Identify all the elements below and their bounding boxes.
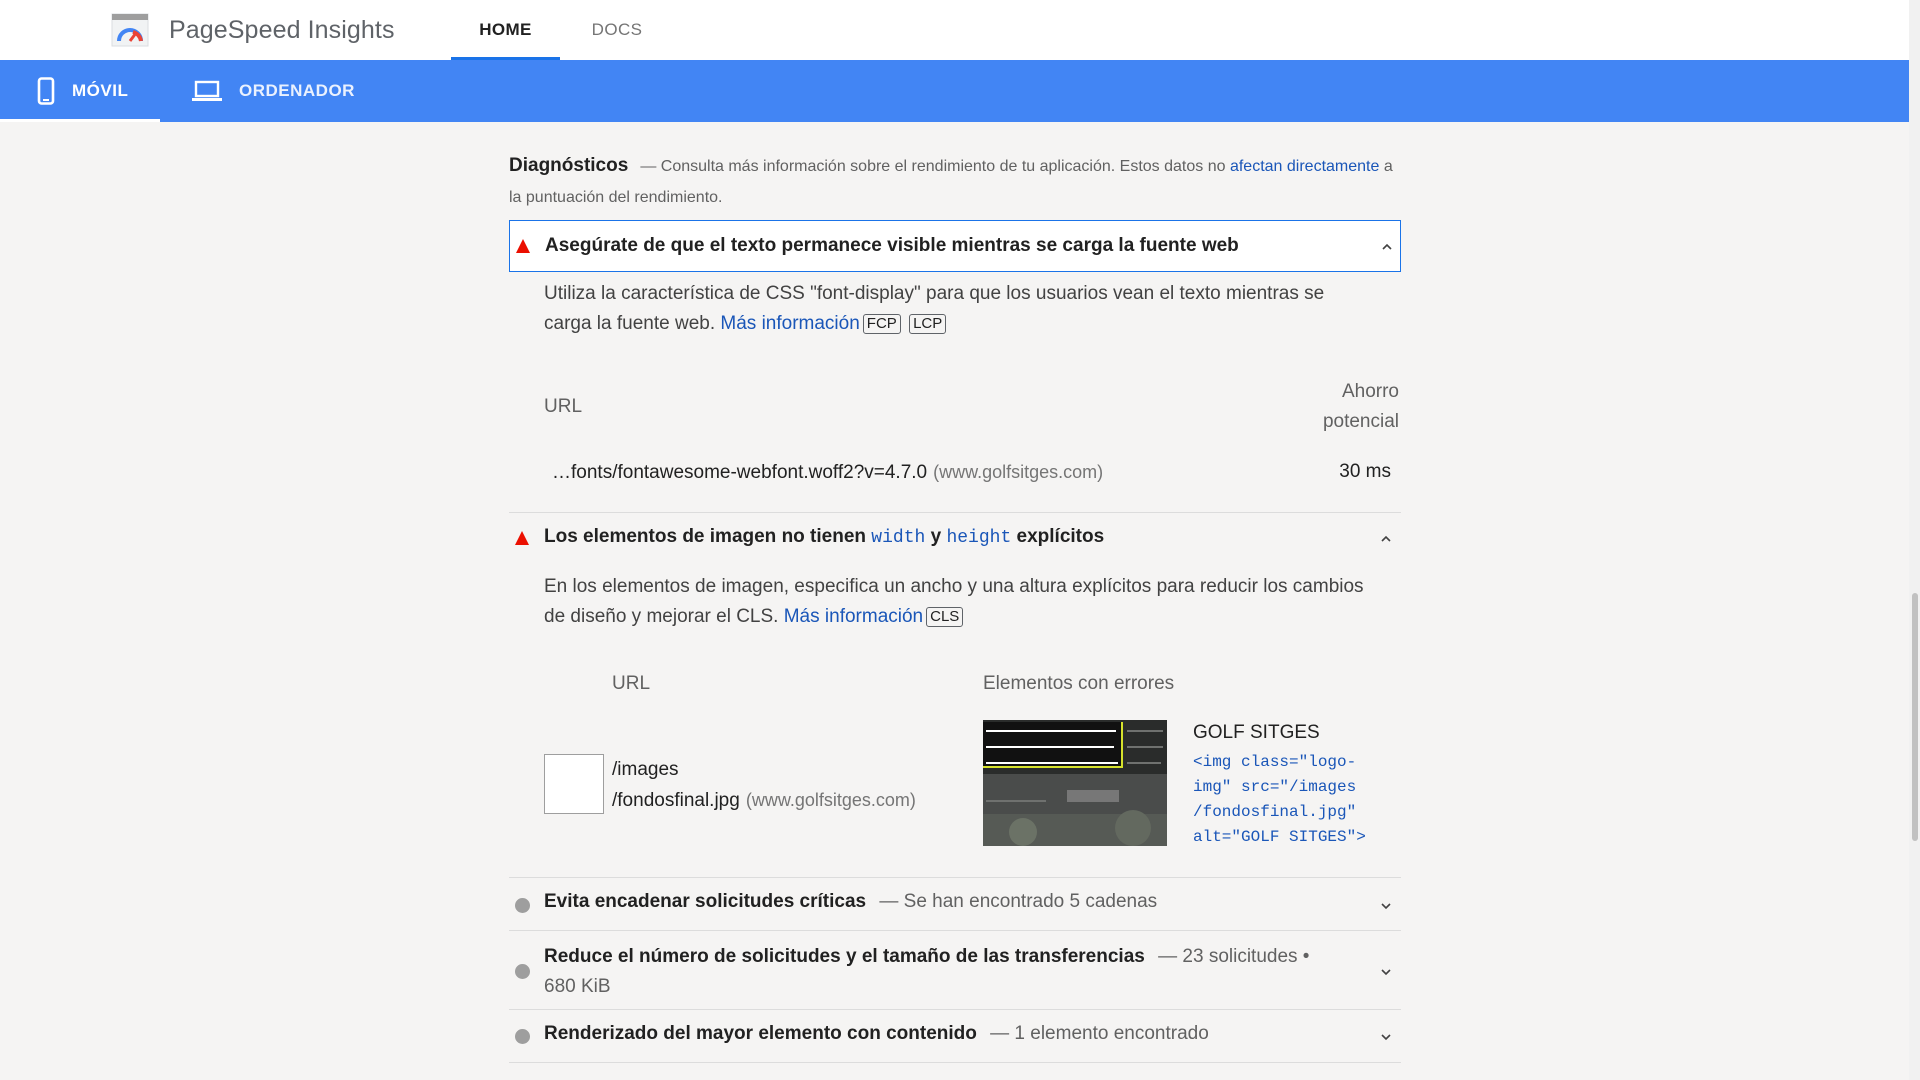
app-title[interactable]: PageSpeed Insights <box>169 16 395 45</box>
snippet-line: img" src="/images <box>1193 778 1357 796</box>
audit-font-display-header[interactable]: Asegúrate de que el texto permanece visi… <box>509 220 1401 272</box>
audit-title-text: Renderizado del mayor elemento con conte… <box>544 1023 977 1044</box>
savings-header-line2: potencial <box>1322 411 1399 432</box>
audit-summary: — Se han encontrado 5 cadenas <box>879 891 1158 912</box>
learn-more-link[interactable]: Más información <box>720 313 859 334</box>
code-height: height <box>946 528 1012 548</box>
audit-resource-summary-title: Reduce el número de solicitudes y el tam… <box>544 942 1344 1002</box>
neutral-dot-icon <box>515 898 530 913</box>
chevron-up-icon[interactable] <box>1379 532 1393 546</box>
audit-unsized-images-header[interactable]: Los elementos de imagen no tienen width … <box>509 514 1401 564</box>
tab-mobile-label: MÓVIL <box>72 81 129 100</box>
scrollbar-track[interactable] <box>1909 0 1920 1080</box>
diagnostics-header: Diagnósticos — Consulta más información s… <box>509 150 1401 213</box>
tab-desktop[interactable]: ORDENADOR <box>192 60 362 122</box>
element-label: GOLF SITGES <box>1193 722 1320 743</box>
image-url-line2: /fondosfinal.jpg <box>612 790 740 811</box>
audit-critical-chains[interactable]: Evita encadenar solicitudes críticas — S… <box>509 878 1401 930</box>
neutral-dot-icon <box>515 1029 530 1044</box>
diagnostics-link[interactable]: afectan directamente <box>1230 158 1379 175</box>
fail-triangle-icon <box>516 239 530 253</box>
audit-lcp-element-title: Renderizado del mayor elemento con conte… <box>544 1023 1209 1045</box>
image-thumbnail <box>544 754 604 814</box>
image-url[interactable]: /images /fondosfinal.jpg (www.golfsitges.… <box>612 755 916 816</box>
metric-tag-lcp: LCP <box>909 314 947 334</box>
diagnostics-intro: — Consulta más información sobre el rend… <box>640 158 1230 175</box>
tab-home[interactable]: HOME <box>451 0 560 60</box>
column-header-elements: Elementos con errores <box>983 673 1175 694</box>
pagespeed-logo-icon[interactable] <box>111 13 149 47</box>
column-header-savings: Ahorro potencial <box>1269 377 1399 437</box>
divider <box>509 512 1401 513</box>
neutral-dot-icon <box>515 964 530 979</box>
snippet-line: <img class="logo- <box>1193 753 1357 771</box>
audit-summary-size: 680 KiB <box>544 976 611 997</box>
scrollbar-thumb[interactable] <box>1912 593 1918 841</box>
phone-icon <box>37 77 55 105</box>
diagnostics-title: Diagnósticos <box>509 155 629 176</box>
snippet-line: alt="GOLF SITGES"> <box>1193 828 1366 846</box>
audit-font-display-title: Asegúrate de que el texto permanece visi… <box>545 235 1239 256</box>
audit-lcp-element[interactable]: Renderizado del mayor elemento con conte… <box>509 1010 1401 1062</box>
audit-title-text: Evita encadenar solicitudes críticas <box>544 891 867 912</box>
audit-critical-chains-title: Evita encadenar solicitudes críticas — S… <box>544 891 1157 913</box>
tab-docs[interactable]: DOCS <box>578 0 656 60</box>
savings-value: 30 ms <box>1339 461 1391 482</box>
chevron-down-icon[interactable] <box>1379 899 1393 913</box>
image-host: (www.golfsitges.com) <box>745 790 916 810</box>
metric-tag-fcp: FCP <box>862 314 901 334</box>
title-part: Los elementos de imagen no tienen <box>544 526 872 547</box>
savings-header-line1: Ahorro <box>1341 381 1399 402</box>
resource-url: …fonts/fontawesome-webfont.woff2?v=4.7.0 <box>552 462 928 483</box>
element-screenshot <box>983 720 1167 846</box>
snippet-line: /fondosfinal.jpg" <box>1193 803 1357 821</box>
resource-host: (www.golfsitges.com) <box>933 462 1104 482</box>
title-part: y <box>925 526 947 547</box>
top-header: PageSpeed Insights HOME DOCS <box>0 0 1909 60</box>
audit-title-text: Reduce el número de solicitudes y el tam… <box>544 946 1145 967</box>
divider <box>509 1062 1401 1063</box>
column-header-url: URL <box>612 673 651 694</box>
audit-unsized-images-description: En los elementos de imagen, especifica u… <box>544 572 1364 632</box>
table-row[interactable]: …fonts/fontawesome-webfont.woff2?v=4.7.0… <box>552 457 1103 488</box>
element-snippet: <img class="logo- img" src="/images /fon… <box>1193 750 1393 850</box>
audit-summary: — 1 elemento encontrado <box>990 1023 1209 1044</box>
title-part: explícitos <box>1011 526 1105 547</box>
learn-more-link[interactable]: Más información <box>784 606 923 627</box>
device-selector-bar: MÓVIL ORDENADOR <box>0 60 1909 122</box>
laptop-icon <box>192 80 222 101</box>
tab-mobile[interactable]: MÓVIL <box>0 60 160 122</box>
image-url-line1: /images <box>612 759 679 780</box>
audit-font-display-description: Utiliza la característica de CSS "font-d… <box>544 279 1364 339</box>
code-width: width <box>871 528 926 548</box>
chevron-down-icon[interactable] <box>1379 965 1393 979</box>
chevron-up-icon[interactable] <box>1380 240 1394 254</box>
audit-summary: — 23 solicitudes • <box>1158 946 1310 967</box>
tab-desktop-label: ORDENADOR <box>239 81 355 100</box>
chevron-down-icon[interactable] <box>1379 1030 1393 1044</box>
metric-tag-cls: CLS <box>926 607 964 627</box>
column-header-url: URL <box>544 396 583 417</box>
audit-resource-summary[interactable]: Reduce el número de solicitudes y el tam… <box>509 931 1401 1009</box>
fail-triangle-icon <box>515 531 529 545</box>
audit-unsized-images-title: Los elementos de imagen no tienen width … <box>544 526 1104 548</box>
